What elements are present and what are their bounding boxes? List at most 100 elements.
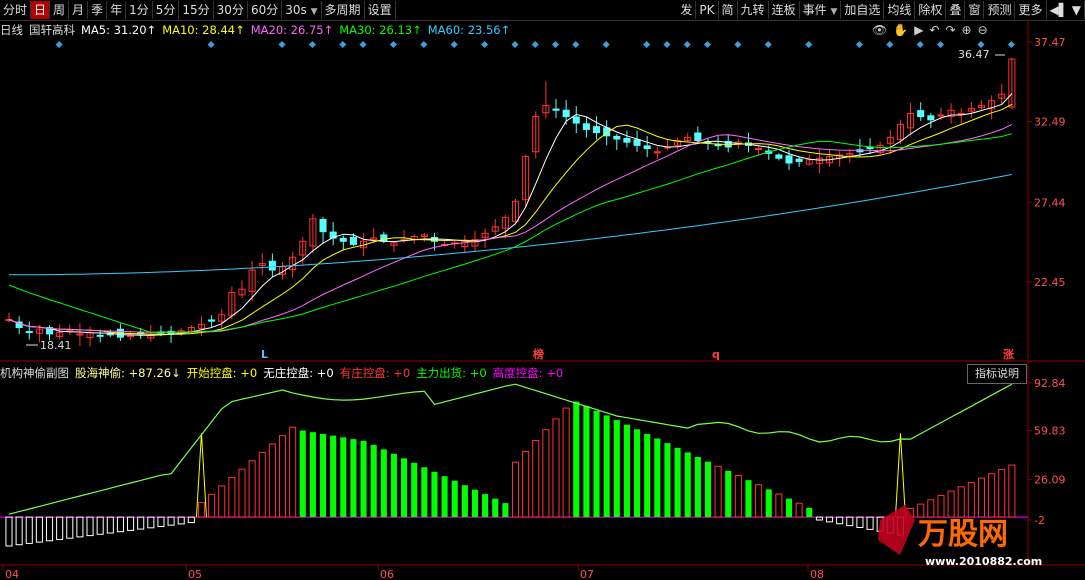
period-10-button[interactable]: 60分: [248, 1, 283, 19]
hist-bar: [157, 516, 165, 528]
zoom-in-icon[interactable]: ⊕: [962, 23, 972, 37]
candlestick: [309, 213, 317, 254]
candlestick: [846, 149, 854, 163]
candlestick: [633, 130, 641, 152]
undo-icon[interactable]: ↶: [929, 23, 939, 37]
candlestick: [96, 329, 104, 343]
hist-bar: [309, 432, 316, 518]
hist-bar: [441, 476, 448, 518]
hand-icon[interactable]: ✋: [893, 23, 908, 37]
signal-diamond: [481, 40, 489, 49]
toolbar-right-8-button[interactable]: 除权: [915, 1, 947, 19]
signal-diamond: [683, 40, 691, 49]
period-7-button[interactable]: 5分: [153, 1, 180, 19]
ind-item-2: 开始控盘: +0: [186, 366, 258, 380]
period-11-button[interactable]: 30s ▼: [282, 1, 322, 19]
candlestick: [805, 154, 813, 166]
hist-bar: [967, 481, 975, 518]
toolbar-right-4-button[interactable]: 连板: [769, 1, 800, 19]
period-9-button[interactable]: 30分: [214, 1, 248, 19]
candlestick: [360, 232, 368, 257]
ma20-line: [8, 123, 1013, 333]
signal-diamond: [278, 40, 286, 49]
x-tick-label: 04: [5, 568, 19, 580]
toolbar-right-6-button[interactable]: 加自选: [841, 1, 885, 19]
start-control-spike: [894, 433, 906, 518]
toolbar-right-3-button[interactable]: 九转: [738, 1, 769, 19]
toolbar-right-5-button[interactable]: 事件 ▼: [800, 1, 842, 19]
hist-bar: [896, 516, 904, 536]
hist-bar: [360, 440, 367, 518]
hist-bar: [390, 453, 397, 518]
hist-bar: [5, 516, 13, 547]
period-5-button[interactable]: 年: [107, 1, 127, 19]
candlestick: [603, 120, 611, 146]
brand-watermark: 万股网 www.2010882.com: [878, 505, 1042, 568]
period-1-button[interactable]: 日: [31, 1, 51, 19]
period-4-button[interactable]: 季: [88, 1, 108, 19]
chart-canvas[interactable]: 37.47 32.49 27.44 22.45 36.47 18.41 L 榜 q 涨 92.84 5…: [0, 0, 1085, 580]
candlestick: [25, 321, 33, 340]
candlestick: [370, 228, 378, 244]
hist-bar: [451, 480, 458, 518]
hist-bar: [461, 485, 468, 518]
ma30-line: [8, 133, 1013, 333]
candlestick: [66, 324, 74, 336]
ind-item-4: 有庄控盘: +0: [339, 366, 411, 380]
hist-bar: [755, 484, 763, 518]
period-label: 日线: [0, 23, 23, 37]
eye-icon[interactable]: 👁: [872, 23, 887, 37]
toolbar-right-2-button[interactable]: 简: [719, 1, 738, 19]
signal-diamond: [886, 40, 894, 49]
candlestick: [663, 139, 671, 151]
period-13-button[interactable]: 设置: [365, 1, 396, 19]
indicator-help-button[interactable]: 指标说明: [967, 364, 1027, 384]
hist-bar: [431, 471, 438, 518]
toolbar-right-11-button[interactable]: 预测: [984, 1, 1016, 19]
hist-bar: [218, 485, 226, 518]
period-6-button[interactable]: 1分: [126, 1, 153, 19]
period-8-button[interactable]: 15分: [179, 1, 214, 19]
ind-y-tick-label: 26.09: [1034, 473, 1066, 486]
period-2-button[interactable]: 周: [50, 1, 70, 19]
hist-bar: [228, 477, 236, 518]
hist-bar: [573, 401, 580, 518]
toolbar-right-10-button[interactable]: 窗: [965, 1, 985, 19]
toolbar-right-7-button[interactable]: 均线: [884, 1, 916, 19]
candlestick: [56, 324, 64, 340]
hist-bar: [613, 420, 620, 518]
candlestick: [714, 136, 722, 150]
candlestick: [825, 149, 834, 167]
y-tick-label: 37.47: [1034, 36, 1066, 49]
signal-diamond: [389, 40, 397, 49]
hist-bar: [684, 452, 691, 518]
redo-icon[interactable]: ↷: [945, 23, 955, 37]
nav-arrows-icon[interactable]: ◀▌ ▼: [1047, 1, 1085, 19]
x-tick-label: 06: [380, 568, 394, 580]
ma20-label: MA20: 26.75↑: [250, 23, 334, 37]
hist-bar: [401, 458, 408, 518]
hist-bar: [886, 516, 894, 534]
toolbar-right-9-button[interactable]: 叠: [946, 1, 966, 19]
hist-bar: [492, 498, 499, 518]
period-12-button[interactable]: 多周期: [322, 1, 365, 19]
toolbar-right-0-button[interactable]: 发: [677, 1, 697, 19]
candlestick: [907, 103, 915, 136]
candlestick: [562, 99, 570, 125]
toolbar-right-12-button[interactable]: 更多: [1015, 1, 1047, 19]
period-3-button[interactable]: 月: [69, 1, 89, 19]
signal-diamond: [916, 40, 924, 49]
hist-bar: [116, 516, 124, 533]
ma60-label: MA60: 23.56↑: [427, 23, 511, 37]
stock-name[interactable]: 国轩高科: [29, 22, 75, 38]
candlestick: [593, 116, 601, 140]
play-icon[interactable]: ▶: [914, 23, 923, 37]
signal-diamond: [855, 40, 863, 49]
signal-diamond: [805, 40, 813, 49]
period-0-button[interactable]: 分时: [0, 1, 32, 19]
hist-bar: [197, 502, 206, 518]
zoom-out-icon[interactable]: ⊖: [978, 23, 988, 37]
candlestick: [511, 199, 520, 225]
hist-bar: [502, 503, 509, 518]
toolbar-right-1-button[interactable]: PK: [696, 1, 719, 19]
